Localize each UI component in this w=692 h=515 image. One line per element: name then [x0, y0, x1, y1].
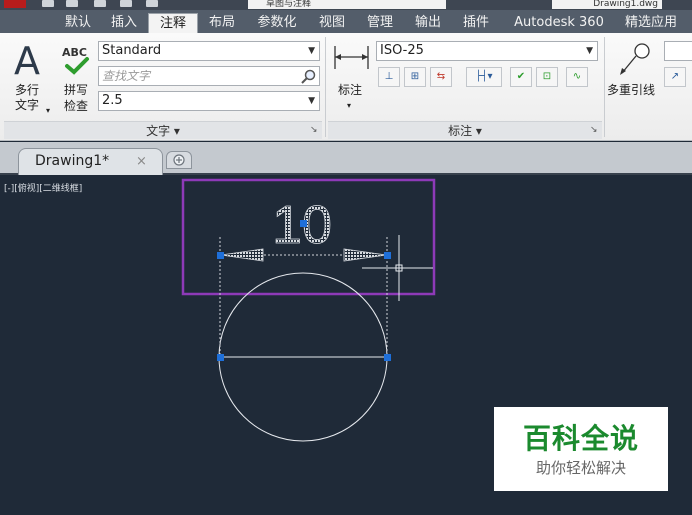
ribbon: A 多行 文字 ▾ ABC 拼写 检查 Standard ▼ 查找文字 2.5 …	[0, 33, 692, 141]
new-tab-button[interactable]	[166, 151, 192, 169]
tab-insert[interactable]: 插入	[102, 13, 146, 33]
watermark-subtitle: 助你轻松解决	[535, 459, 626, 477]
close-icon[interactable]: ×	[136, 154, 147, 169]
mtext-icon[interactable]: A	[14, 41, 40, 81]
grip[interactable]	[300, 220, 307, 227]
text-panel-launcher-icon[interactable]: ↘	[310, 125, 318, 135]
application-menu-button[interactable]	[4, 0, 26, 8]
dimension-panel-launcher-icon[interactable]: ↘	[590, 125, 598, 135]
tab-default[interactable]: 默认	[56, 13, 100, 33]
print-icon[interactable]	[146, 0, 158, 7]
mtext-label-1[interactable]: 多行	[15, 83, 39, 98]
grip[interactable]	[217, 354, 224, 361]
panel-divider	[604, 37, 605, 137]
panel-divider	[325, 37, 326, 137]
crosshair-cursor	[362, 235, 433, 301]
spell-label-2[interactable]: 检查	[64, 99, 88, 114]
chevron-down-icon: ▼	[586, 46, 593, 56]
file-tab-drawing1[interactable]: Drawing1* ×	[18, 148, 163, 175]
find-text-placeholder: 查找文字	[102, 69, 151, 83]
text-height-select[interactable]: 2.5 ▼	[98, 91, 320, 111]
dimension-arrow-left	[220, 248, 264, 262]
tab-manage[interactable]: 管理	[358, 13, 402, 33]
dimension-icon[interactable]	[332, 43, 372, 73]
leader-style-select[interactable]	[664, 41, 692, 61]
tab-featured-apps[interactable]: 精选应用	[616, 13, 686, 33]
new-icon[interactable]	[42, 0, 54, 7]
dim-inspect-icon[interactable]: ⊞	[404, 67, 426, 87]
text-panel-title[interactable]: 文字 ▾	[4, 121, 322, 139]
watermark: 百科全说 助你轻松解决	[494, 407, 668, 491]
dimension-arrow-right	[343, 248, 387, 262]
text-style-select[interactable]: Standard ▼	[98, 41, 320, 61]
grip[interactable]	[384, 252, 391, 259]
find-icon[interactable]	[300, 69, 316, 85]
tab-plugins[interactable]: 插件	[454, 13, 498, 33]
chevron-down-icon: ▼	[308, 96, 315, 106]
chevron-down-icon: ▼	[308, 46, 315, 56]
grip[interactable]	[384, 354, 391, 361]
title-bar: 草图与注释 Drawing1.dwg	[0, 0, 692, 10]
dim-continue-icon[interactable]: ⊥	[378, 67, 400, 87]
dim-tolerance-icon[interactable]: ⊡	[536, 67, 558, 87]
dim-jog-icon[interactable]: ∿	[566, 67, 588, 87]
tab-autodesk-360[interactable]: Autodesk 360	[506, 13, 612, 33]
spell-label-1[interactable]: 拼写	[64, 83, 88, 98]
save-icon[interactable]	[94, 0, 106, 7]
multileader-icon[interactable]	[612, 41, 656, 77]
multileader-label[interactable]: 多重引线	[607, 83, 655, 98]
add-leader-icon[interactable]: ↗	[664, 67, 686, 87]
file-title: Drawing1.dwg	[552, 0, 662, 9]
find-text-input[interactable]: 查找文字	[98, 66, 320, 86]
ribbon-tabs: 默认 插入 注释 布局 参数化 视图 管理 输出 插件 Autodesk 360…	[0, 10, 692, 33]
mtext-label-2[interactable]: 文字	[15, 98, 39, 113]
dimension-label[interactable]: 标注	[338, 83, 362, 98]
open-icon[interactable]	[66, 0, 78, 7]
dimension-panel-title[interactable]: 标注 ▾	[328, 121, 602, 139]
file-tab-name: Drawing1*	[35, 153, 110, 169]
dimension-style-value: ISO-25	[380, 43, 424, 58]
dimension-dropdown-icon[interactable]: ▾	[347, 98, 351, 113]
tab-output[interactable]: 输出	[406, 13, 450, 33]
grip[interactable]	[217, 252, 224, 259]
workspace-switcher[interactable]: 草图与注释	[248, 0, 446, 9]
tab-layout[interactable]: 布局	[200, 13, 244, 33]
tab-annotate[interactable]: 注释	[148, 13, 198, 33]
dim-adjust-space-icon[interactable]: ⇆	[430, 67, 452, 87]
text-style-value: Standard	[102, 43, 162, 58]
file-tab-bar: Drawing1* ×	[0, 142, 692, 175]
dim-break-icon[interactable]: ✔	[510, 67, 532, 87]
mtext-dropdown-icon[interactable]: ▾	[46, 103, 50, 118]
add-tab-icon	[173, 154, 185, 166]
spell-check-icon[interactable]	[64, 57, 90, 75]
tab-view[interactable]: 视图	[310, 13, 354, 33]
text-height-value: 2.5	[102, 93, 123, 108]
watermark-title: 百科全说	[522, 422, 639, 455]
save-as-icon[interactable]	[120, 0, 132, 7]
dimension-style-select[interactable]: ISO-25 ▼	[376, 41, 598, 61]
tab-parametric[interactable]: 参数化	[248, 13, 306, 33]
dim-baseline-icon[interactable]: ├┤▾	[466, 67, 502, 87]
